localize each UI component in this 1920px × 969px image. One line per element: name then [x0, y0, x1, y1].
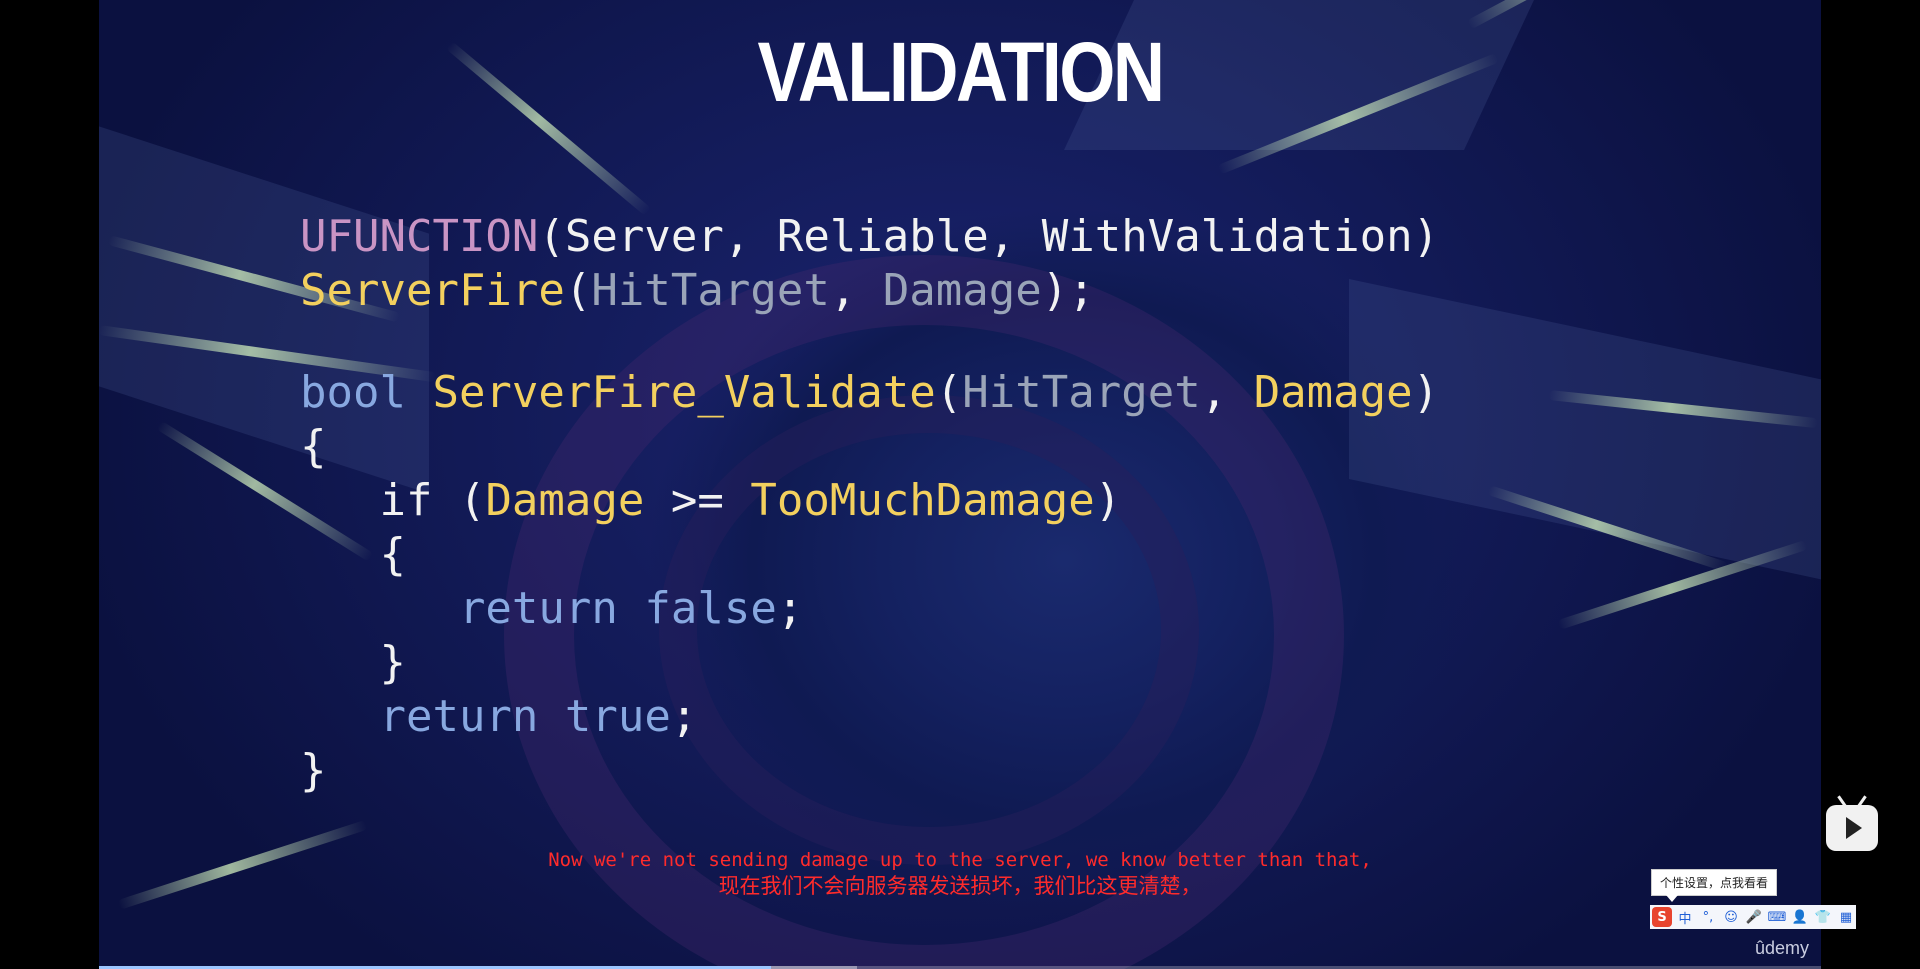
play-icon	[1846, 817, 1862, 839]
punctuation-icon[interactable]: °,	[1698, 907, 1718, 927]
code-token: );	[1041, 265, 1095, 316]
subtitle-chinese: 现在我们不会向服务器发送损坏，我们比这更清楚，	[718, 874, 1202, 898]
code-token: bool	[300, 367, 433, 418]
code-line: return true;	[300, 690, 1439, 744]
code-token: Damage	[882, 265, 1042, 316]
code-token: Damage	[485, 475, 645, 526]
code-token: HitTarget	[962, 367, 1201, 418]
code-token: HitTarget	[591, 265, 830, 316]
microphone-icon[interactable]: 🎤	[1744, 907, 1764, 927]
code-token: if (	[300, 475, 486, 526]
code-token: )	[1412, 367, 1440, 418]
code-token: TooMuchDamage	[750, 475, 1095, 526]
emoji-icon[interactable]: ☺	[1721, 907, 1741, 927]
bilibili-tv-icon[interactable]	[1826, 805, 1878, 851]
code-token: {	[300, 421, 327, 472]
code-line: }	[300, 636, 1439, 690]
code-token: ;	[670, 691, 698, 742]
ime-logo-icon[interactable]: S	[1652, 907, 1672, 927]
code-token: )	[1094, 475, 1122, 526]
subtitles: Now we're not sending damage up to the s…	[99, 847, 1821, 899]
code-token: (Server, Reliable, WithValidation)	[538, 211, 1440, 262]
code-line: {	[300, 528, 1439, 582]
toolbox-icon[interactable]: ▦	[1836, 907, 1856, 927]
code-token: ServerFire	[300, 265, 565, 316]
chinese-mode-icon[interactable]: 中	[1675, 907, 1695, 927]
code-line: }	[300, 744, 1439, 798]
keyboard-icon[interactable]: ⌨	[1767, 907, 1787, 927]
code-token: {	[300, 529, 406, 580]
subtitle-english: Now we're not sending damage up to the s…	[548, 849, 1372, 871]
skin-icon[interactable]: 👕	[1813, 907, 1833, 927]
code-line: ServerFire(HitTarget, Damage);	[300, 264, 1439, 318]
code-line: return false;	[300, 582, 1439, 636]
code-token: >=	[644, 475, 751, 526]
code-line: UFUNCTION(Server, Reliable, WithValidati…	[300, 210, 1439, 264]
ime-toolbar: S 中 °, ☺ 🎤 ⌨ 👤 👕 ▦	[1650, 905, 1856, 929]
code-token: return true	[300, 691, 671, 742]
code-token: UFUNCTION	[300, 211, 539, 262]
slide-title: VALIDATION	[757, 25, 1166, 119]
code-line: bool ServerFire_Validate(HitTarget, Dama…	[300, 366, 1439, 420]
code-line: if (Damage >= TooMuchDamage)	[300, 474, 1439, 528]
video-frame[interactable]: VALIDATION UFUNCTION(Server, Reliable, W…	[99, 0, 1821, 969]
code-token: return false	[300, 583, 777, 634]
code-token: }	[300, 637, 406, 688]
code-token: }	[300, 745, 327, 796]
code-token: ,	[1200, 367, 1254, 418]
ime-settings-tooltip: 个性设置，点我看看	[1651, 869, 1778, 902]
code-token: Damage	[1253, 367, 1413, 418]
code-token: (	[564, 265, 592, 316]
user-icon[interactable]: 👤	[1790, 907, 1810, 927]
code-token: (	[935, 367, 963, 418]
code-token: ;	[776, 583, 804, 634]
code-token: ,	[829, 265, 883, 316]
code-line: {	[300, 420, 1439, 474]
code-block: UFUNCTION(Server, Reliable, WithValidati…	[300, 210, 1439, 798]
code-token: ServerFire_Validate	[432, 367, 936, 418]
udemy-watermark: ûdemy	[1754, 938, 1809, 958]
